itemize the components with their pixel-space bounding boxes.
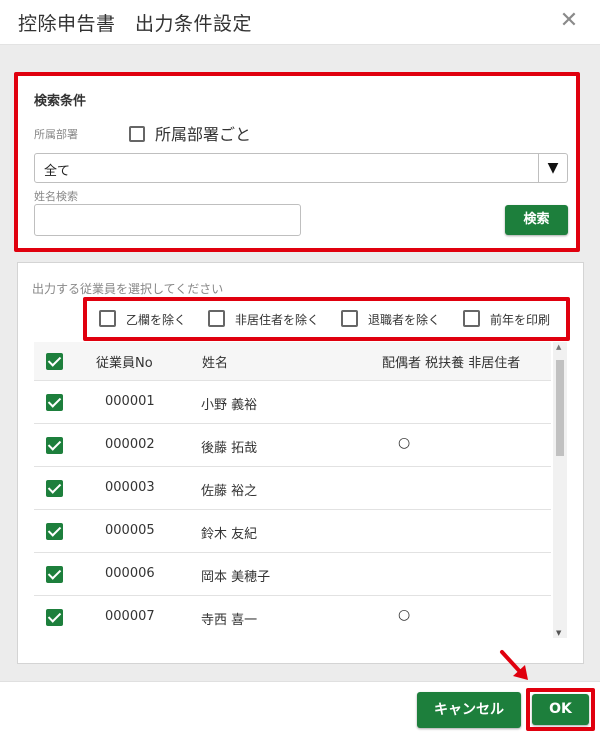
column-header-flags: 配偶者 税扶養 非居住者 [382,356,521,371]
employee-flag-mark: ○ [398,435,411,451]
close-icon[interactable]: ✕ [556,8,582,34]
row-checkbox[interactable] [46,566,63,583]
employee-flag-mark: ○ [398,607,411,623]
row-checkbox[interactable] [46,609,63,626]
filter-exclude-otsu-label: 乙欄を除く [126,313,187,327]
employee-list-heading: 出力する従業員を選択してください [32,282,224,296]
table-row[interactable]: 000006 岡本 美穂子 [34,552,551,596]
per-department-label: 所属部署ごと [155,125,252,144]
search-heading: 検索条件 [34,94,87,109]
filter-print-previous-year-label: 前年を印刷 [490,313,551,327]
table-header: 従業員No 姓名 配偶者 税扶養 非居住者 [34,342,551,380]
dialog-footer: キャンセル OK [0,681,600,738]
dropdown-arrow-icon[interactable]: ▼ [538,154,567,182]
table-row[interactable]: 000005 鈴木 友紀 [34,509,551,553]
dialog-title: 控除申告書 出力条件設定 [18,13,253,35]
filter-exclude-retired-label: 退職者を除く [368,313,441,327]
department-select-value: 全て [44,164,71,179]
row-checkbox[interactable] [46,437,63,454]
select-all-checkbox[interactable] [46,353,63,370]
employee-name: 小野 義裕 [201,398,258,413]
employee-no: 000005 [105,523,155,538]
row-checkbox[interactable] [46,480,63,497]
ok-button[interactable]: OK [532,694,589,725]
column-header-name: 姓名 [202,356,229,371]
filter-exclude-retired-checkbox[interactable] [341,310,358,327]
department-select[interactable]: 全て ▼ [34,153,568,183]
pointer-arrow-icon [500,650,528,680]
table-row[interactable]: 000001 小野 義裕 [34,380,551,424]
column-header-employee-no: 従業員No [96,356,153,371]
employee-no: 000001 [105,394,155,409]
name-search-input[interactable] [34,204,301,236]
employee-no: 000007 [105,609,155,624]
name-search-label: 姓名検索 [34,190,78,203]
employee-name: 岡本 美穂子 [201,570,271,585]
filter-options: 乙欄を除く 非居住者を除く 退職者を除く 前年を印刷 [83,297,570,341]
search-button[interactable]: 検索 [505,205,568,235]
employee-name: 佐藤 裕之 [201,484,258,499]
filter-print-previous-year-checkbox[interactable] [463,310,480,327]
table-row[interactable]: 000007 寺西 喜一 ○ [34,595,551,639]
department-label: 所属部署 [34,128,78,141]
employee-no: 000003 [105,480,155,495]
scrollbar-thumb[interactable] [556,360,564,456]
scroll-down-icon[interactable]: ▼ [556,629,561,637]
per-department-checkbox[interactable] [129,126,145,142]
filter-exclude-otsu-checkbox[interactable] [99,310,116,327]
dialog-titlebar: 控除申告書 出力条件設定 ✕ [0,0,600,45]
row-checkbox[interactable] [46,394,63,411]
filter-exclude-nonresident-checkbox[interactable] [208,310,225,327]
filter-exclude-nonresident-label: 非居住者を除く [235,313,320,327]
employee-list-panel: 出力する従業員を選択してください 乙欄を除く 非居住者を除く 退職者を除く 前年… [17,262,584,664]
employee-name: 寺西 喜一 [201,613,258,628]
row-checkbox[interactable] [46,523,63,540]
employee-name: 後藤 拓哉 [201,441,258,456]
search-conditions-panel: 検索条件 所属部署 所属部署ごと 全て ▼ 姓名検索 検索 [14,72,580,252]
table-scrollbar[interactable]: ▲ ▼ [553,342,567,638]
table-row[interactable]: 000002 後藤 拓哉 ○ [34,423,551,467]
employee-no: 000002 [105,437,155,452]
scroll-up-icon[interactable]: ▲ [556,343,561,351]
employee-name: 鈴木 友紀 [201,527,258,542]
table-row[interactable]: 000003 佐藤 裕之 [34,466,551,510]
cancel-button[interactable]: キャンセル [417,692,521,728]
employee-no: 000006 [105,566,155,581]
